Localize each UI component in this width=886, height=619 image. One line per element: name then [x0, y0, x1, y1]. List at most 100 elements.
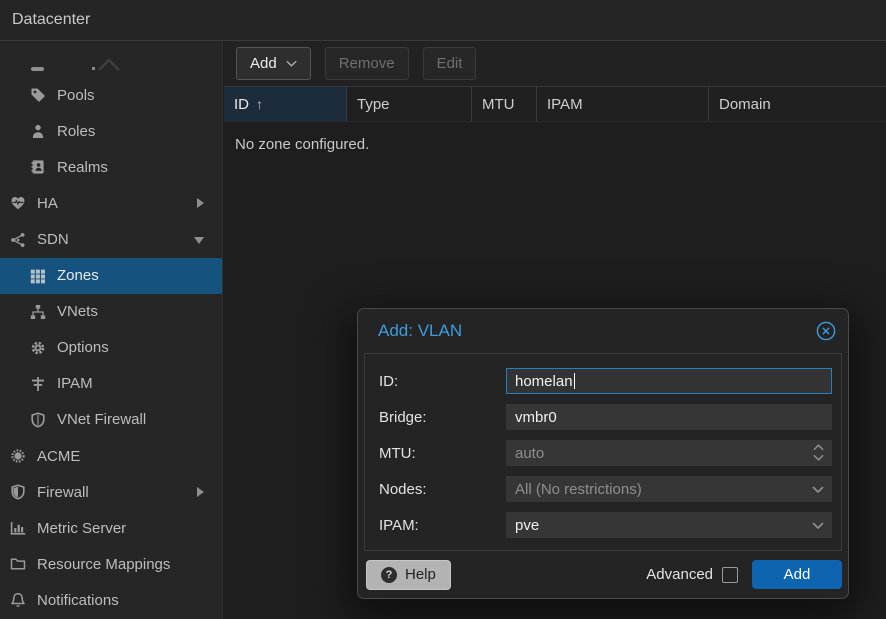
sidebar-item-label: Zones	[57, 267, 99, 284]
add-button[interactable]: Add	[236, 47, 311, 80]
sort-asc-icon: ↑	[256, 96, 263, 112]
field-row-ipam: IPAM:	[379, 507, 832, 543]
nodes-field-label: Nodes:	[379, 481, 506, 498]
id-field-wrap: homelan	[506, 368, 832, 394]
dialog-footer: ? Help Advanced Add	[358, 551, 848, 598]
sidebar-item-clipped[interactable]	[0, 41, 222, 77]
sidebar-item-label: Pools	[57, 87, 95, 104]
zones-grid-header: ID ↑ Type MTU IPAM Domain	[224, 86, 886, 122]
sidebar-item-ha[interactable]: HA	[0, 185, 222, 221]
column-header-type[interactable]: Type	[347, 87, 472, 121]
sidebar-item-label: VNets	[57, 303, 98, 320]
spinner-up-icon[interactable]	[813, 444, 824, 451]
expand-right-icon[interactable]	[197, 487, 204, 497]
expand-right-icon[interactable]	[197, 198, 204, 208]
sidebar-item-label: IPAM	[57, 375, 93, 392]
dialog-title: Add: VLAN	[378, 321, 816, 341]
sidebar-item-ipam[interactable]: IPAM	[0, 366, 222, 402]
clipped-dot-fragment	[92, 67, 95, 70]
sidebar-item-zones[interactable]: Zones	[0, 258, 222, 294]
shield-icon	[10, 484, 26, 500]
sidebar-item-label: Options	[57, 339, 109, 356]
chevron-down-icon[interactable]	[812, 522, 824, 529]
sidebar-item-metric-server[interactable]: Metric Server	[0, 510, 222, 546]
dialog-add-button[interactable]: Add	[752, 560, 842, 589]
close-icon[interactable]	[816, 321, 836, 341]
column-label: Domain	[719, 96, 771, 113]
sidebar-item-pools[interactable]: Pools	[0, 77, 222, 113]
sidebar-item-label: Resource Mappings	[37, 556, 170, 573]
grid-empty-text: No zone configured.	[224, 122, 886, 153]
gear-icon	[30, 340, 46, 356]
chevron-up-icon	[96, 57, 122, 75]
column-header-id[interactable]: ID ↑	[224, 87, 347, 121]
bridge-field-wrap	[506, 404, 832, 430]
sidebar-item-sdn[interactable]: SDN	[0, 221, 222, 257]
ipam-field-label: IPAM:	[379, 517, 506, 534]
page-title: Datacenter	[12, 11, 90, 29]
bridge-field[interactable]	[506, 404, 832, 430]
sidebar-item-label: Firewall	[37, 484, 89, 501]
column-header-domain[interactable]: Domain	[709, 87, 886, 121]
column-header-ipam[interactable]: IPAM	[537, 87, 709, 121]
title-bar: Datacenter	[0, 0, 886, 41]
zones-toolbar: Add Remove Edit	[224, 41, 886, 86]
sidebar-item-label: SDN	[37, 231, 69, 248]
id-field-value: homelan	[515, 373, 573, 390]
ipam-combo[interactable]	[506, 512, 832, 538]
chevron-down-icon	[286, 60, 297, 67]
proxmox-window: Datacenter Pools Roles Real	[0, 0, 886, 619]
mtu-field-label: MTU:	[379, 445, 506, 462]
chevron-down-icon[interactable]	[812, 486, 824, 493]
sitemap-icon	[30, 304, 46, 320]
field-row-id: ID: homelan	[379, 363, 832, 399]
add-vlan-dialog: Add: VLAN ID: homelan Bridge:	[357, 308, 849, 599]
mtu-field[interactable]	[506, 440, 832, 466]
id-field-label: ID:	[379, 373, 506, 390]
help-button[interactable]: ? Help	[366, 560, 451, 590]
sidebar-item-firewall[interactable]: Firewall	[0, 474, 222, 510]
bar-chart-icon	[10, 520, 26, 536]
remove-button[interactable]: Remove	[325, 47, 409, 80]
add-button-label: Add	[250, 55, 277, 72]
sidebar-item-resource-mappings[interactable]: Resource Mappings	[0, 546, 222, 582]
sidebar-item-label: ACME	[37, 448, 80, 465]
id-field[interactable]: homelan	[506, 368, 832, 394]
sidebar-item-vnet-firewall[interactable]: VNet Firewall	[0, 402, 222, 438]
seal-icon	[10, 448, 26, 464]
sidebar-item-label: Realms	[57, 159, 108, 176]
nodes-combo[interactable]	[506, 476, 832, 502]
column-label: MTU	[482, 96, 515, 113]
column-header-mtu[interactable]: MTU	[472, 87, 537, 121]
sidebar-item-realms[interactable]: Realms	[0, 149, 222, 185]
advanced-checkbox[interactable]	[722, 567, 738, 583]
expand-down-icon[interactable]	[194, 237, 204, 244]
spinner-down-icon[interactable]	[813, 454, 824, 461]
sidebar-item-label: HA	[37, 195, 58, 212]
sidebar-item-acme[interactable]: ACME	[0, 438, 222, 474]
clipped-icon-fragment	[31, 67, 44, 71]
sidebar-item-label: Roles	[57, 123, 95, 140]
dialog-header[interactable]: Add: VLAN	[358, 309, 848, 353]
sidebar-item-roles[interactable]: Roles	[0, 113, 222, 149]
tag-icon	[30, 87, 46, 103]
nodes-field-wrap	[506, 476, 832, 502]
dialog-body: ID: homelan Bridge: MTU:	[364, 353, 842, 551]
bridge-field-label: Bridge:	[379, 409, 506, 426]
field-row-mtu: MTU:	[379, 435, 832, 471]
remove-button-label: Remove	[339, 55, 395, 72]
column-label: Type	[357, 96, 390, 113]
column-label: IPAM	[547, 96, 583, 113]
sidebar-item-vnets[interactable]: VNets	[0, 294, 222, 330]
sidebar-item-label: Notifications	[37, 592, 119, 609]
user-icon	[30, 123, 46, 139]
edit-button[interactable]: Edit	[423, 47, 477, 80]
folder-icon	[10, 556, 26, 572]
field-row-nodes: Nodes:	[379, 471, 832, 507]
question-circle-icon: ?	[381, 567, 397, 583]
grid-icon	[30, 268, 46, 284]
sidebar-item-notifications[interactable]: Notifications	[0, 582, 222, 618]
edit-button-label: Edit	[437, 55, 463, 72]
sidebar-item-options[interactable]: Options	[0, 330, 222, 366]
network-icon	[10, 232, 26, 248]
